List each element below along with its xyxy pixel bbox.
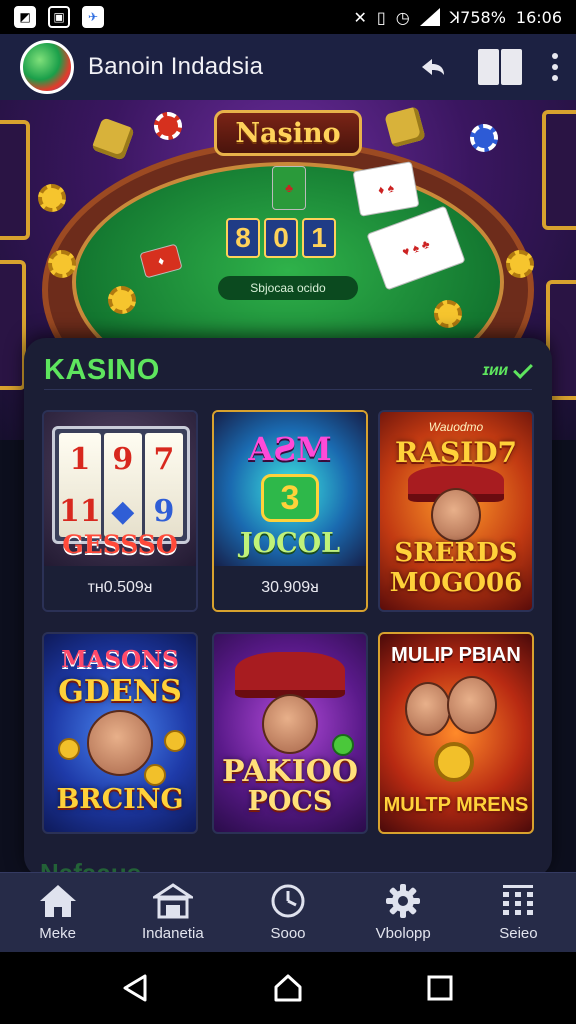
check-icon — [513, 358, 533, 379]
hero-digit: 1 — [302, 218, 336, 258]
game-tile-rasid[interactable]: Wauodmo RASID7 SRERDS MOGO06 — [378, 410, 534, 612]
game-tile-pakioo[interactable]: PAKIOO POCS — [212, 632, 368, 834]
bottom-nav: Meke Indanetia Sooo Vbolopp Seieo — [0, 872, 576, 952]
chip-icon — [470, 124, 498, 152]
nav-item-grid[interactable]: Seieo — [461, 873, 576, 952]
character-face — [431, 488, 481, 542]
image-icon: ◩ — [14, 6, 36, 28]
game-title-line2: POCS — [247, 786, 333, 817]
clock-time: 16:06 — [515, 7, 562, 27]
battery-text: ꓘ758% — [449, 7, 506, 27]
hat-icon — [235, 652, 345, 698]
chip-icon — [154, 112, 182, 140]
nav-label: Meke — [39, 925, 76, 942]
nav-item-clock[interactable]: Sooo — [230, 873, 345, 952]
store-icon — [152, 883, 193, 919]
section-meta[interactable]: ɪᴎᴎ — [482, 358, 533, 380]
game-title: BRCING — [56, 784, 184, 815]
signal-icon — [419, 8, 440, 26]
back-icon[interactable] — [121, 973, 151, 1003]
dice-icon — [91, 117, 135, 161]
coin-icon — [506, 250, 534, 278]
coin-icon — [38, 184, 66, 212]
game-subtitle: Wauodmo — [428, 420, 484, 434]
playing-card: ♣ — [272, 166, 306, 210]
app-title: Banoin Indadsia — [88, 53, 264, 80]
slot-machine-left-lower — [0, 260, 26, 390]
game-tile-masons[interactable]: MASONS GDENS BRCING — [42, 632, 198, 834]
game-title: SRERDS — [394, 538, 518, 568]
game-top-text-line2: GDENS — [58, 674, 182, 709]
game-title: MULTP MRENS — [383, 794, 529, 816]
home-button-icon[interactable] — [273, 973, 303, 1003]
nav-label: Vbolopp — [375, 925, 431, 942]
grid-icon — [503, 885, 534, 915]
hero-digit: 8 — [226, 218, 260, 258]
game-title: JOCOL — [239, 528, 341, 559]
character-face — [262, 694, 318, 754]
clock-icon — [271, 884, 305, 918]
alarm-icon: ◷ — [395, 7, 410, 27]
coin-icon — [164, 730, 186, 752]
hero-sign: Nasino — [214, 110, 362, 156]
casino-panel: KASINO ɪᴎᴎ 1 11 9 ◆ 79 GESSSO ᴛʜ0.509ᴚ AƧM… — [24, 338, 552, 878]
status-bar: ◩ ▣ ✈ ✕ ▯ ◷ ꓘ758% 16:06 — [0, 0, 576, 34]
dice-icon — [384, 106, 426, 148]
section-meta-text: ɪᴎᴎ — [482, 361, 508, 379]
game-tile-multip[interactable]: MULIP PBIAN MULTP MRENS — [378, 632, 534, 834]
book-icon[interactable] — [478, 49, 522, 85]
game-top-text: AƧM — [248, 430, 332, 468]
mute-icon: ✕ — [353, 7, 367, 27]
coin-icon — [48, 250, 76, 278]
share-icon[interactable] — [418, 53, 448, 81]
nav-item-store[interactable]: Indanetia — [115, 873, 230, 952]
app-bar: Banoin Indadsia — [0, 34, 576, 100]
section-title: KASINO — [44, 354, 160, 386]
plane-icon: ✈ — [82, 6, 104, 28]
nav-label: Sooo — [270, 925, 306, 942]
home-icon — [39, 885, 76, 917]
slot-machine-right — [542, 110, 576, 230]
clover-icon — [332, 734, 354, 756]
game-price: 30.909ᴚ — [214, 566, 366, 610]
section-header: KASINO ɪᴎᴎ — [44, 352, 533, 390]
slot-reels: 1 11 9 ◆ 79 — [52, 426, 190, 544]
coin-icon — [434, 300, 462, 328]
game-tile-jocol[interactable]: AƧM 3 JOCOL 30.909ᴚ — [212, 410, 368, 612]
vibrate-icon: ▯ — [376, 7, 386, 27]
nav-label: Seieo — [499, 925, 538, 942]
app-logo[interactable] — [20, 40, 74, 94]
character-face — [404, 682, 451, 736]
slot-machine-left — [0, 120, 30, 240]
system-nav-bar — [0, 952, 576, 1024]
table-label: Sbjocaa ocido — [218, 276, 358, 300]
character-face — [447, 676, 498, 734]
hero-digit: 0 — [264, 218, 298, 258]
game-tile-slot[interactable]: 1 11 9 ◆ 79 GESSSO ᴛʜ0.509ᴚ — [42, 410, 198, 612]
game-top-text: MULIP PBIAN — [391, 644, 521, 666]
more-menu-icon[interactable] — [552, 53, 558, 81]
coin-icon — [144, 764, 166, 786]
game-title: GESSSO — [62, 530, 178, 559]
nav-item-settings[interactable]: Vbolopp — [346, 873, 461, 952]
photo-icon: ▣ — [48, 6, 70, 28]
coin-icon — [108, 286, 136, 314]
game-top-text: MASONS — [61, 646, 179, 673]
coin-icon — [434, 742, 474, 782]
game-title-line2: MOGO06 — [389, 568, 523, 598]
coin-icon — [58, 738, 80, 760]
game-price: ᴛʜ0.509ᴚ — [44, 566, 196, 610]
gear-icon — [386, 884, 421, 918]
character-face — [87, 710, 153, 776]
nav-item-home[interactable]: Meke — [0, 873, 115, 952]
game-top-text: RASID7 — [394, 436, 518, 469]
jocol-emblem: 3 — [261, 474, 319, 522]
hero-number: 8 0 1 — [226, 218, 336, 258]
nav-label: Indanetia — [141, 925, 204, 942]
recents-icon[interactable] — [425, 973, 455, 1003]
game-title: PAKIOO — [221, 754, 359, 789]
